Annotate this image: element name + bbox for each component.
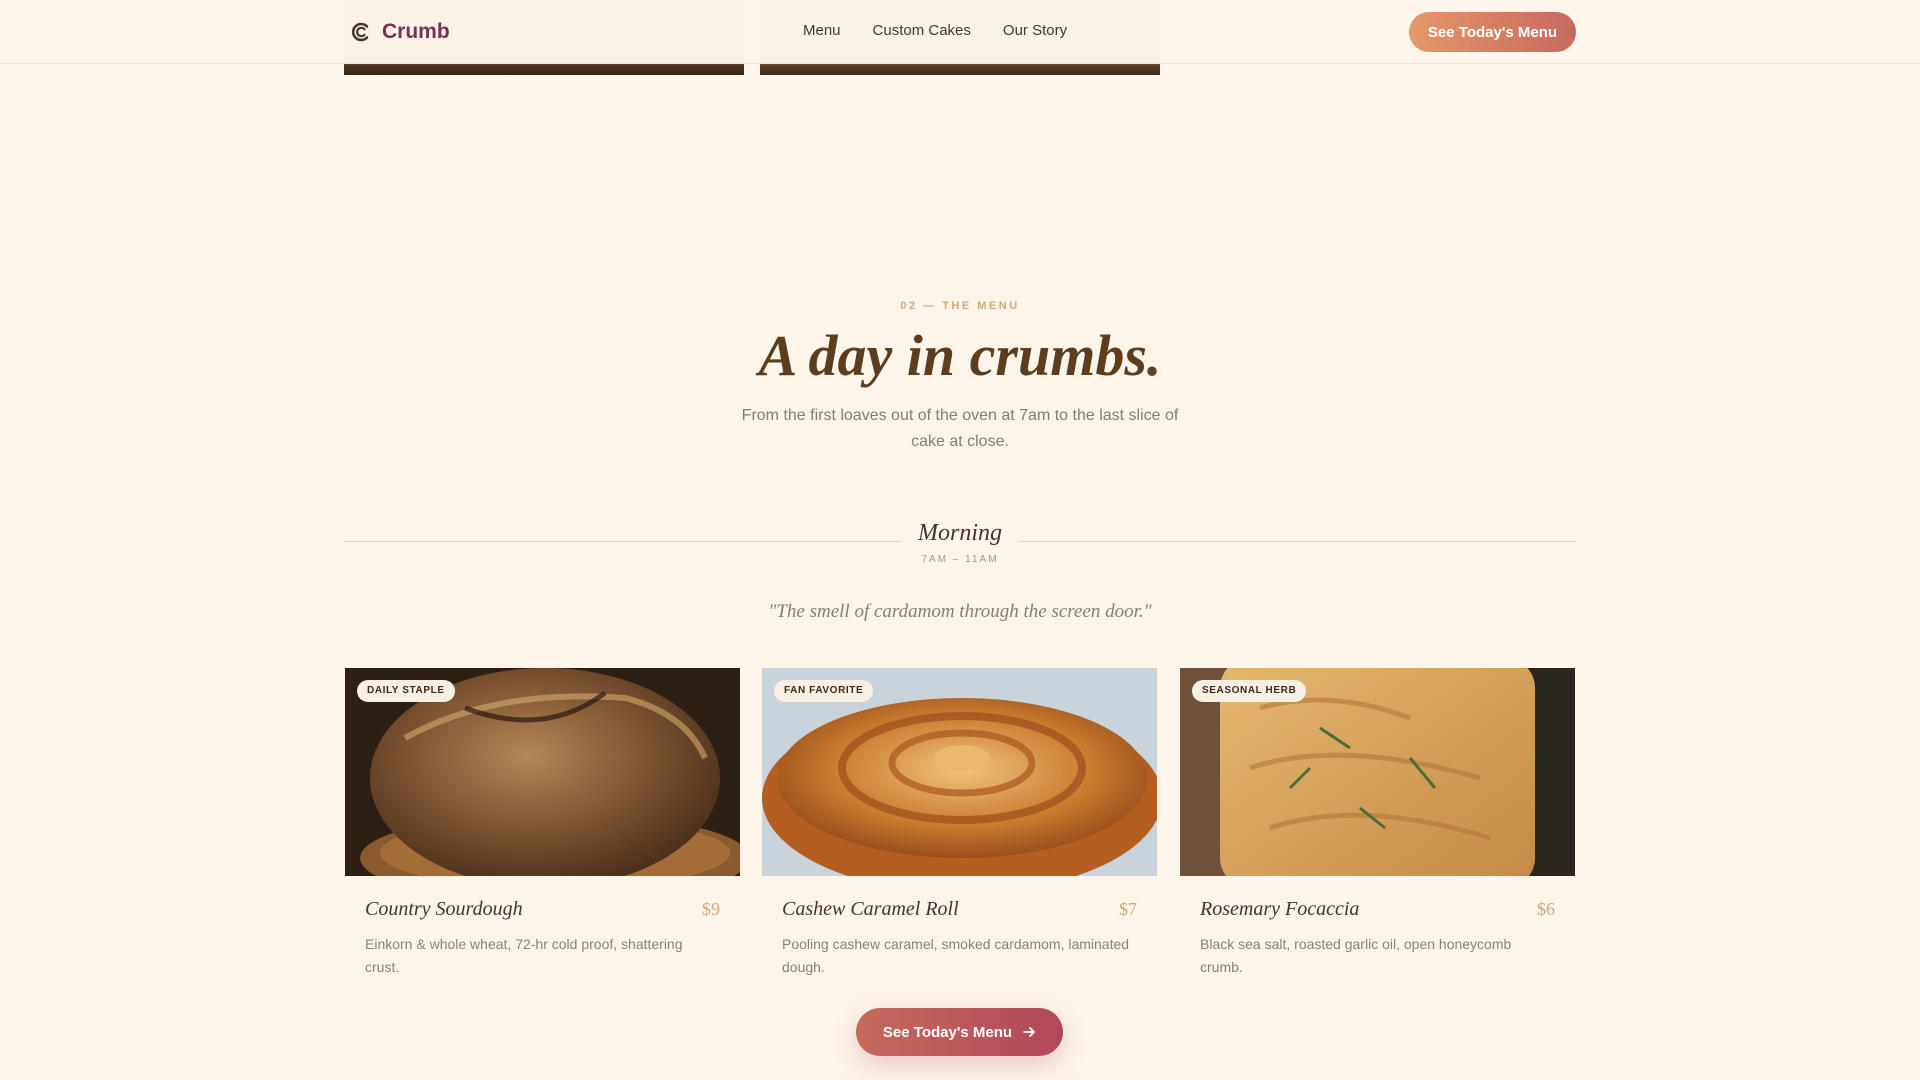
item-price: $6: [1537, 899, 1555, 919]
badge-daily-staple: DAILY STAPLE: [357, 680, 455, 702]
item-price: $7: [1119, 899, 1137, 919]
period-hours: 7AM – 11AM: [921, 554, 999, 565]
arrow-right-icon: [1023, 1027, 1035, 1037]
item-name: Cashew Caramel Roll: [782, 898, 959, 920]
period-quote: "The smell of cardamom through the scree…: [768, 601, 1152, 622]
item-description: Black sea salt, roasted garlic oil, open…: [1200, 936, 1512, 975]
menu-card-country-sourdough[interactable]: DAILY STAPLE Country Sourdough $9 Einkor…: [345, 668, 740, 979]
brand-name: Crumb: [382, 20, 450, 43]
item-description: Pooling cashew caramel, smoked cardamom,…: [782, 936, 1130, 975]
item-description: Einkorn & whole wheat, 72-hr cold proof,…: [365, 936, 683, 975]
sourdough-photo: DAILY STAPLE: [345, 668, 740, 876]
section-title: A day in crumbs.: [758, 323, 1162, 388]
see-todays-menu-button[interactable]: See Today's Menu: [856, 1008, 1063, 1056]
header-menu-button[interactable]: See Today's Menu: [1409, 12, 1576, 52]
badge-fan-favorite: FAN FAVORITE: [774, 680, 874, 702]
brand-logo[interactable]: Crumb: [350, 20, 450, 44]
section-lead: From the first loaves out of the oven at…: [741, 407, 1179, 450]
item-name: Rosemary Focaccia: [1200, 898, 1360, 920]
menu-card-cashew-caramel-roll[interactable]: FAN FAVORITE Cashew Caramel Roll $7 Pool…: [762, 668, 1157, 979]
period-title: Morning: [918, 520, 1002, 546]
divider-left: [344, 541, 901, 542]
badge-seasonal-herb: SEASONAL HERB: [1192, 680, 1307, 702]
section-eyebrow: 02 — THE MENU: [900, 300, 1020, 312]
site-header: Crumb Menu Custom Cakes Our Story See To…: [0, 0, 1920, 64]
caramel-roll-photo: FAN FAVORITE: [762, 668, 1157, 876]
nav-item-our-story[interactable]: Our Story: [1003, 22, 1067, 39]
item-name: Country Sourdough: [365, 898, 523, 920]
divider-right: [1018, 541, 1576, 542]
menu-card-rosemary-focaccia[interactable]: SEASONAL HERB Rosemary Focaccia $6 Black…: [1180, 668, 1575, 979]
focaccia-photo: SEASONAL HERB: [1180, 668, 1575, 876]
c-logo-icon: [351, 22, 369, 42]
nav-item-menu[interactable]: Menu: [803, 22, 841, 39]
cta-label: See Today's Menu: [882, 1023, 1013, 1041]
nav-item-custom-cakes[interactable]: Custom Cakes: [873, 22, 971, 39]
item-price: $9: [702, 899, 720, 919]
main-nav: Menu Custom Cakes Our Story: [803, 22, 1099, 39]
